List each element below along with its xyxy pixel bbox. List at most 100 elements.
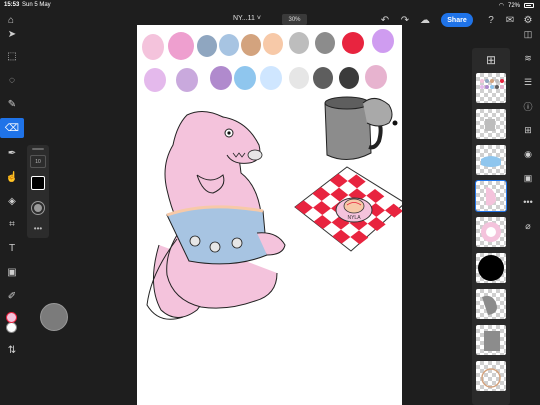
text-tool[interactable]: T (0, 238, 24, 258)
wifi-icon: ◠ (498, 3, 504, 9)
palette-swatch[interactable] (197, 35, 217, 57)
drawing-canvas[interactable]: NYLA (137, 25, 402, 405)
image-tool[interactable]: ▣ (0, 262, 24, 282)
image-icon: ▣ (7, 266, 17, 278)
swap-icon: ⇅ (7, 344, 17, 356)
palette-swatch[interactable] (289, 32, 309, 54)
status-time: 15:53 (4, 2, 20, 8)
add-layer-icon: ⊞ (524, 124, 532, 135)
settings-icon[interactable]: ⚙ (521, 13, 535, 27)
battery-percent: 72% (507, 2, 520, 9)
palette-swatch[interactable] (234, 66, 256, 90)
status-date: Sun 5 May (22, 2, 51, 8)
visibility-tool[interactable]: ◉ (520, 146, 536, 162)
move-tool[interactable]: ➤ (0, 24, 24, 44)
palette-swatch[interactable] (342, 32, 364, 54)
crop-tool[interactable]: ⌗ (0, 214, 24, 234)
more-icon: ••• (523, 197, 533, 207)
swap-colors-tool[interactable]: ⇅ (0, 340, 24, 360)
add-layer-plus-icon[interactable]: ⊞ (484, 53, 498, 67)
palette-swatch[interactable] (168, 32, 194, 60)
palette-swatch[interactable] (339, 67, 359, 89)
fill-icon: ◈ (8, 195, 16, 207)
panel-grip[interactable] (32, 148, 44, 150)
layer-thumb-selected[interactable] (475, 180, 507, 212)
palette-swatch[interactable] (176, 68, 198, 92)
palette-swatch[interactable] (210, 66, 232, 90)
palette-swatch[interactable] (142, 34, 164, 60)
eraser-tool[interactable]: ⌫ (0, 118, 24, 138)
layer-properties-icon: ≋ (524, 52, 532, 63)
layer-thumb[interactable] (476, 325, 506, 355)
palette-swatch[interactable] (365, 65, 387, 89)
layer-thumb[interactable] (476, 73, 506, 103)
battery-icon (524, 3, 534, 8)
palette-swatch[interactable] (144, 68, 166, 92)
mask-tool[interactable]: ▣ (520, 170, 536, 186)
share-button[interactable]: Share (441, 13, 473, 27)
more-tool[interactable]: ••• (520, 194, 536, 210)
color-palette (142, 29, 394, 92)
bowl-text: NYLA (347, 215, 361, 221)
smudge-tool[interactable]: ☝ (0, 167, 24, 187)
brush-tip-preview[interactable] (31, 201, 45, 215)
food-bowl: NYLA (335, 197, 373, 223)
layer-thumb[interactable] (476, 217, 506, 247)
color-picker-tool[interactable]: ✐ (0, 286, 24, 306)
zoom-level[interactable]: 30% (282, 14, 307, 25)
cloud-icon[interactable]: ☁ (418, 13, 432, 27)
visibility-icon: ◉ (524, 148, 532, 159)
more-options-icon[interactable]: ••• (31, 224, 45, 233)
clear-icon: ⌀ (525, 220, 531, 231)
eraser-icon: ⌫ (4, 122, 20, 134)
palette-swatch[interactable] (263, 33, 283, 55)
layer-properties-tool[interactable]: ≋ (520, 50, 536, 66)
brush-color-swatch[interactable] (31, 176, 45, 190)
info-icon: ⓘ (523, 101, 533, 112)
layer-thumb[interactable] (476, 361, 506, 391)
layers-panel: ⊞ (472, 48, 510, 405)
layers-icon: ◫ (523, 28, 533, 39)
artwork: NYLA (142, 29, 402, 320)
transform-tool[interactable]: ⬚ (0, 46, 24, 66)
color-picker-icon: ✐ (7, 290, 17, 302)
eyedropper-icon: ✒ (7, 147, 17, 159)
smudge-icon: ☝ (5, 171, 19, 183)
document-title[interactable]: NY...11 ˅ (233, 15, 261, 22)
palette-swatch[interactable] (315, 32, 335, 54)
brush-tool[interactable]: ✎ (0, 94, 24, 114)
palette-swatch[interactable] (219, 34, 239, 56)
help-icon[interactable]: ? (484, 13, 498, 27)
modifier-touch-button[interactable] (40, 303, 68, 331)
color-swatches[interactable] (0, 310, 24, 333)
text-icon: T (8, 242, 16, 254)
crop-icon: ⌗ (9, 218, 15, 230)
add-layer-tool[interactable]: ⊞ (520, 122, 536, 138)
mask-icon: ▣ (523, 172, 533, 183)
palette-swatch[interactable] (260, 66, 282, 90)
brush-size-field[interactable]: 10 (30, 155, 46, 168)
layer-thumb[interactable] (476, 109, 506, 139)
palette-swatch[interactable] (372, 29, 394, 53)
adjustments-tool[interactable]: ☰ (520, 74, 536, 90)
clear-tool[interactable]: ⌀ (520, 218, 536, 234)
background-color-swatch[interactable] (6, 322, 17, 333)
brush-settings-panel: 10 ••• (27, 145, 49, 238)
adjustments-icon: ☰ (523, 76, 533, 87)
foreground-color-swatch[interactable] (6, 312, 17, 323)
layer-thumb[interactable] (476, 289, 506, 319)
palette-swatch[interactable] (313, 67, 333, 89)
info-tool[interactable]: ⓘ (520, 98, 536, 114)
layer-thumb[interactable] (476, 253, 506, 283)
palette-swatch[interactable] (241, 34, 261, 56)
palette-swatch[interactable] (289, 67, 309, 89)
lasso-tool[interactable]: ◌ (0, 70, 24, 90)
comment-icon[interactable]: ✉ (503, 13, 517, 27)
eyedropper-tool[interactable]: ✒ (0, 143, 24, 163)
fill-tool[interactable]: ◈ (0, 191, 24, 211)
layers-tool[interactable]: ◫ (520, 26, 536, 42)
lasso-icon: ◌ (9, 74, 15, 86)
status-bar: 15:53 Sun 5 May ◠ 72% (0, 0, 540, 10)
brush-icon: ✎ (7, 98, 17, 110)
layer-thumb[interactable] (476, 145, 506, 175)
